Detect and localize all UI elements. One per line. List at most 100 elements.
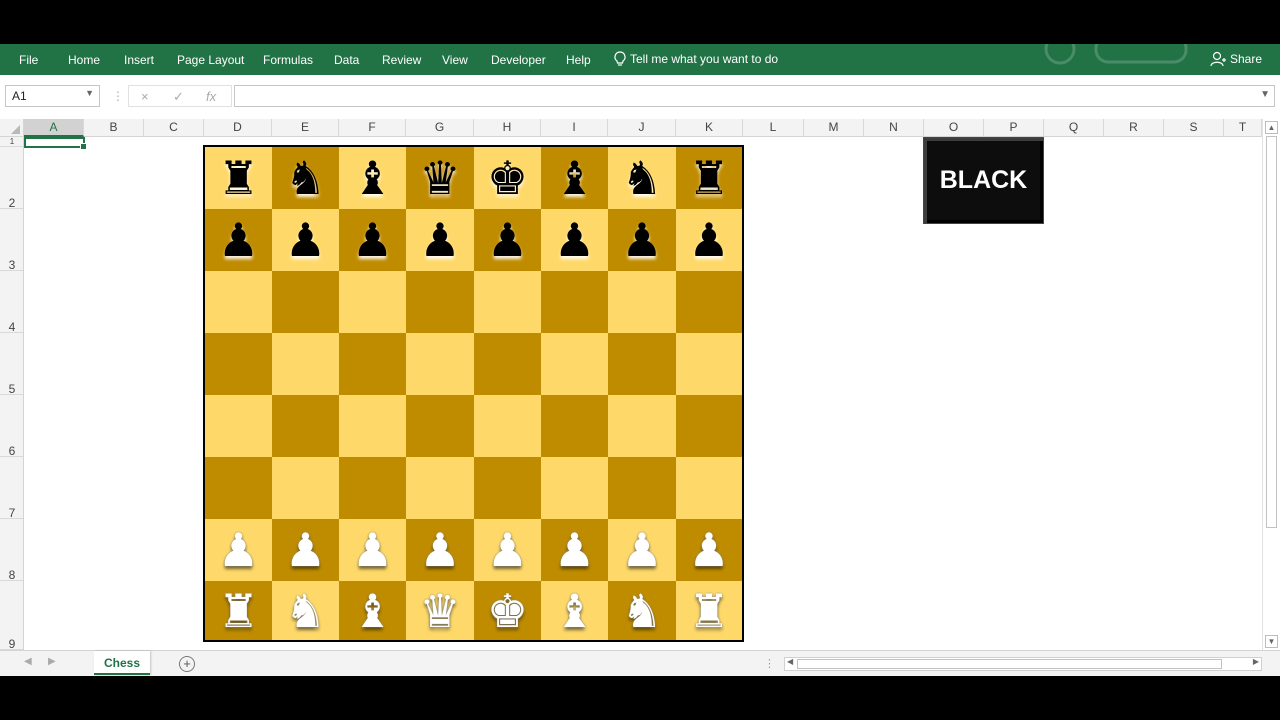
- row-header-5[interactable]: 5: [0, 333, 23, 396]
- square-d7[interactable]: ♟: [406, 209, 474, 271]
- square-h3[interactable]: [676, 457, 742, 519]
- square-b6[interactable]: [272, 271, 339, 333]
- black-bishop-icon[interactable]: ♝: [352, 155, 393, 201]
- select-all-button[interactable]: [0, 119, 24, 137]
- row-header-4[interactable]: 4: [0, 271, 23, 334]
- column-header-n[interactable]: N: [864, 119, 924, 137]
- column-header-l[interactable]: L: [743, 119, 804, 137]
- square-e3[interactable]: [474, 457, 541, 519]
- square-g7[interactable]: ♟: [608, 209, 676, 271]
- column-header-m[interactable]: M: [804, 119, 864, 137]
- sheet-tab-chess[interactable]: Chess: [94, 651, 150, 675]
- black-pawn-icon[interactable]: ♟: [621, 217, 662, 263]
- row-header-8[interactable]: 8: [0, 519, 23, 582]
- square-d3[interactable]: [406, 457, 474, 519]
- square-d5[interactable]: [406, 333, 474, 395]
- black-rook-icon[interactable]: ♜: [688, 155, 729, 201]
- black-knight-icon[interactable]: ♞: [285, 155, 326, 201]
- square-f8[interactable]: ♝: [541, 147, 608, 209]
- square-e8[interactable]: ♚: [474, 147, 541, 209]
- square-f1[interactable]: ♝: [541, 581, 608, 640]
- column-header-s[interactable]: S: [1164, 119, 1224, 137]
- square-a3[interactable]: [205, 457, 272, 519]
- scroll-thumb[interactable]: [797, 659, 1222, 669]
- white-pawn-icon[interactable]: ♟: [621, 527, 662, 573]
- square-c5[interactable]: [339, 333, 406, 395]
- white-knight-icon[interactable]: ♞: [285, 588, 326, 634]
- square-a5[interactable]: [205, 333, 272, 395]
- square-g2[interactable]: ♟: [608, 519, 676, 581]
- white-knight-icon[interactable]: ♞: [621, 588, 662, 634]
- tab-page-layout[interactable]: Page Layout: [177, 53, 244, 67]
- square-g1[interactable]: ♞: [608, 581, 676, 640]
- black-pawn-icon[interactable]: ♟: [554, 217, 595, 263]
- scroll-right-icon[interactable]: ▶: [1253, 657, 1259, 666]
- horizontal-scrollbar[interactable]: ◀ ▶: [784, 657, 1262, 671]
- column-header-e[interactable]: E: [272, 119, 339, 137]
- column-header-c[interactable]: C: [144, 119, 204, 137]
- white-bishop-icon[interactable]: ♝: [554, 588, 595, 634]
- tab-split-handle[interactable]: ⋮: [764, 657, 775, 670]
- column-header-o[interactable]: O: [924, 119, 984, 137]
- black-queen-icon[interactable]: ♛: [419, 155, 460, 201]
- column-header-r[interactable]: R: [1104, 119, 1164, 137]
- column-header-d[interactable]: D: [204, 119, 272, 137]
- add-sheet-icon[interactable]: +: [179, 656, 195, 672]
- fx-icon[interactable]: fx: [206, 89, 216, 104]
- white-pawn-icon[interactable]: ♟: [218, 527, 259, 573]
- square-g5[interactable]: [608, 333, 676, 395]
- white-pawn-icon[interactable]: ♟: [688, 527, 729, 573]
- white-pawn-icon[interactable]: ♟: [419, 527, 460, 573]
- column-header-t[interactable]: T: [1224, 119, 1262, 137]
- square-f7[interactable]: ♟: [541, 209, 608, 271]
- tab-help[interactable]: Help: [566, 53, 591, 67]
- white-queen-icon[interactable]: ♛: [419, 588, 460, 634]
- square-b5[interactable]: [272, 333, 339, 395]
- column-header-i[interactable]: I: [541, 119, 608, 137]
- square-d8[interactable]: ♛: [406, 147, 474, 209]
- square-a8[interactable]: ♜: [205, 147, 272, 209]
- square-a4[interactable]: [205, 395, 272, 457]
- square-h1[interactable]: ♜: [676, 581, 742, 640]
- square-c4[interactable]: [339, 395, 406, 457]
- column-header-j[interactable]: J: [608, 119, 676, 137]
- square-e4[interactable]: [474, 395, 541, 457]
- formula-input[interactable]: ▼: [234, 85, 1275, 107]
- square-c1[interactable]: ♝: [339, 581, 406, 640]
- black-pawn-icon[interactable]: ♟: [487, 217, 528, 263]
- black-rook-icon[interactable]: ♜: [218, 155, 259, 201]
- white-pawn-icon[interactable]: ♟: [554, 527, 595, 573]
- column-header-b[interactable]: B: [84, 119, 144, 137]
- row-header-2[interactable]: 2: [0, 147, 23, 210]
- next-sheet-icon[interactable]: ▶: [48, 656, 56, 667]
- tell-me-search[interactable]: Tell me what you want to do: [614, 51, 778, 67]
- square-e6[interactable]: [474, 271, 541, 333]
- row-header-7[interactable]: 7: [0, 457, 23, 520]
- share-button[interactable]: Share: [1210, 51, 1262, 67]
- tab-developer[interactable]: Developer: [491, 53, 546, 67]
- square-d2[interactable]: ♟: [406, 519, 474, 581]
- column-header-f[interactable]: F: [339, 119, 406, 137]
- name-box[interactable]: A1 ▼: [5, 85, 100, 107]
- tab-review[interactable]: Review: [382, 53, 421, 67]
- square-h6[interactable]: [676, 271, 742, 333]
- square-g4[interactable]: [608, 395, 676, 457]
- scroll-left-icon[interactable]: ◀: [787, 657, 793, 666]
- white-king-icon[interactable]: ♚: [487, 588, 528, 634]
- row-header-9[interactable]: 9: [0, 581, 23, 650]
- square-f5[interactable]: [541, 333, 608, 395]
- black-pawn-icon[interactable]: ♟: [218, 217, 259, 263]
- tab-insert[interactable]: Insert: [124, 53, 154, 67]
- square-c3[interactable]: [339, 457, 406, 519]
- row-header-3[interactable]: 3: [0, 209, 23, 272]
- chevron-down-icon[interactable]: ▼: [1260, 89, 1270, 100]
- square-f4[interactable]: [541, 395, 608, 457]
- square-b3[interactable]: [272, 457, 339, 519]
- square-e1[interactable]: ♚: [474, 581, 541, 640]
- column-header-p[interactable]: P: [984, 119, 1044, 137]
- square-g8[interactable]: ♞: [608, 147, 676, 209]
- square-f2[interactable]: ♟: [541, 519, 608, 581]
- white-pawn-icon[interactable]: ♟: [285, 527, 326, 573]
- square-b7[interactable]: ♟: [272, 209, 339, 271]
- column-header-g[interactable]: G: [406, 119, 474, 137]
